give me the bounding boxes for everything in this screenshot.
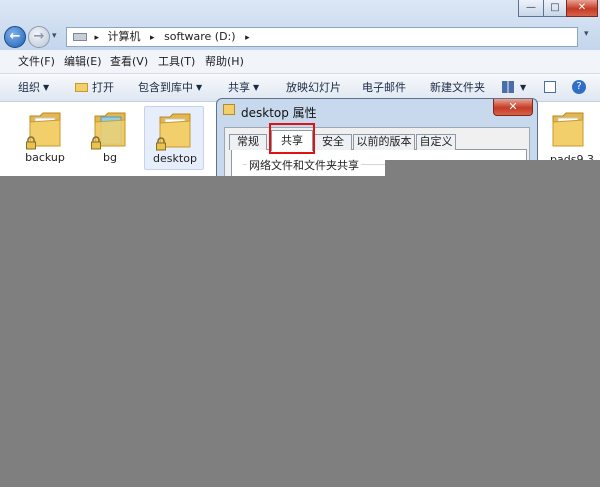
folder-item-backup[interactable]: backup — [15, 106, 75, 170]
folder-name: desktop — [153, 152, 197, 165]
folder-icon — [552, 112, 584, 147]
organize-button[interactable]: 组织 ▼ — [18, 74, 49, 101]
menu-edit[interactable]: 编辑(E) — [64, 50, 102, 73]
share-label: 共享 — [228, 81, 250, 94]
organize-label: 组织 — [18, 81, 40, 94]
window-chrome: — □ ✕ ← → ▾ ▸ 计算机 ▸ software (D:) ▸ ▾ — [0, 0, 600, 50]
forward-arrow-icon: → — [33, 29, 45, 44]
menu-view[interactable]: 查看(V) — [110, 50, 148, 73]
share-button[interactable]: 共享 ▼ — [228, 74, 259, 101]
menu-tools[interactable]: 工具(T) — [158, 50, 195, 73]
folder-item-bg[interactable]: bg — [80, 106, 140, 170]
tab-previous-versions[interactable]: 以前的版本 — [353, 134, 415, 150]
breadcrumb-sep-icon[interactable]: ▸ — [150, 29, 155, 47]
back-arrow-icon: ← — [9, 29, 21, 44]
open-button[interactable]: 打开 — [75, 74, 114, 101]
forward-button[interactable]: → — [28, 26, 50, 48]
folder-item-desktop[interactable]: desktop — [144, 106, 204, 170]
dialog-title: desktop 属性 — [241, 106, 317, 120]
lock-icon — [91, 136, 101, 150]
view-dropdown-icon[interactable]: ▼ — [517, 74, 526, 101]
tab-highlight-box — [269, 123, 315, 154]
menu-bar: 文件(F) 编辑(E) 查看(V) 工具(T) 帮助(H) — [0, 50, 600, 74]
recent-pages-dropdown-icon[interactable]: ▾ — [52, 31, 57, 41]
obscured-area-right — [385, 160, 600, 487]
preview-pane-icon[interactable] — [544, 81, 556, 93]
minimize-button[interactable]: — — [518, 0, 544, 17]
drive-icon — [73, 33, 87, 41]
open-folder-icon — [75, 83, 88, 92]
folder-name: bg — [103, 151, 117, 164]
email-button[interactable]: 电子邮件 — [362, 74, 406, 101]
maximize-button[interactable]: □ — [543, 0, 567, 17]
window-close-button[interactable]: ✕ — [566, 0, 598, 17]
network-sharing-group-label: 网络文件和文件夹共享 — [247, 157, 361, 173]
tab-security[interactable]: 安全 — [314, 134, 352, 150]
breadcrumb-sep-icon[interactable]: ▸ — [95, 29, 100, 47]
dropdown-arrow-icon: ▼ — [43, 83, 50, 92]
dialog-close-button[interactable]: ✕ — [493, 99, 533, 116]
address-dropdown-icon[interactable]: ▾ — [584, 29, 589, 39]
dropdown-arrow-icon: ▼ — [253, 83, 260, 92]
folder-icon — [223, 104, 235, 115]
new-folder-button[interactable]: 新建文件夹 — [430, 74, 485, 101]
lock-icon — [156, 137, 166, 151]
view-options-icon[interactable] — [502, 81, 514, 93]
open-label: 打开 — [92, 81, 114, 94]
breadcrumb-drive[interactable]: software (D:) — [164, 28, 236, 46]
slideshow-button[interactable]: 放映幻灯片 — [286, 74, 341, 101]
lock-icon — [26, 136, 36, 150]
help-icon[interactable]: ? — [572, 80, 586, 94]
breadcrumb-computer[interactable]: 计算机 — [108, 28, 141, 46]
back-button[interactable]: ← — [4, 26, 26, 48]
tab-general[interactable]: 常规 — [229, 134, 267, 150]
include-label: 包含到库中 — [138, 81, 193, 94]
menu-help[interactable]: 帮助(H) — [205, 50, 244, 73]
menu-file[interactable]: 文件(F) — [18, 50, 55, 73]
tab-customize[interactable]: 自定义 — [416, 134, 456, 150]
folder-name: backup — [25, 151, 65, 164]
dropdown-arrow-icon: ▼ — [520, 83, 527, 92]
dropdown-arrow-icon: ▼ — [196, 83, 203, 92]
address-bar[interactable]: ▸ 计算机 ▸ software (D:) ▸ — [66, 27, 578, 47]
breadcrumb-sep-icon[interactable]: ▸ — [245, 29, 250, 47]
include-in-library-button[interactable]: 包含到库中 ▼ — [138, 74, 202, 101]
